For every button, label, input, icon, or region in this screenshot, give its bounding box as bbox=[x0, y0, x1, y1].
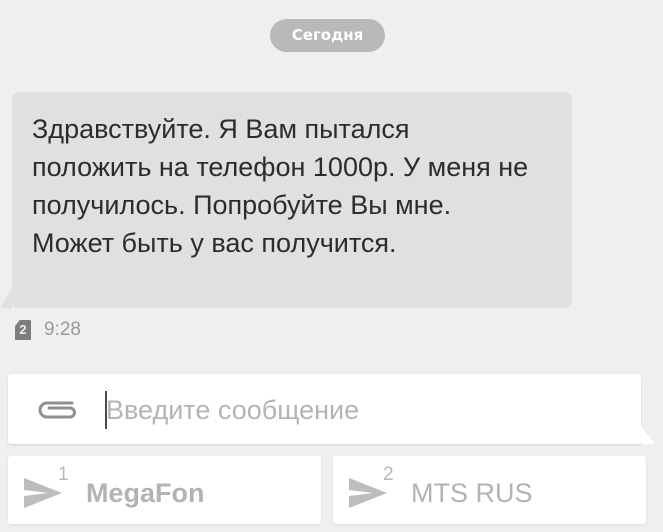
send-button-sim2[interactable]: 2 MTS RUS bbox=[333, 456, 646, 524]
message-bubble-tail bbox=[0, 288, 12, 308]
send-button-sim1[interactable]: 1 MegaFon bbox=[8, 456, 321, 524]
paperclip-icon[interactable] bbox=[32, 394, 80, 424]
sim-number: 1 bbox=[58, 464, 69, 485]
send-button-label: MegaFon bbox=[86, 478, 205, 508]
sim-card-icon: 2 bbox=[15, 320, 31, 340]
composer-corner bbox=[641, 426, 655, 444]
message-bubble[interactable]: Здравствуйте. Я Вам пытался положить на … bbox=[12, 92, 572, 308]
message-time: 9:28 bbox=[44, 319, 81, 340]
date-separator: Сегодня bbox=[270, 19, 385, 52]
send-button-label: MTS RUS bbox=[411, 478, 533, 508]
message-composer bbox=[8, 374, 641, 444]
message-text: Здравствуйте. Я Вам пытался положить на … bbox=[32, 114, 529, 258]
message-input[interactable] bbox=[106, 388, 616, 432]
message-meta: 2 9:28 bbox=[15, 318, 81, 342]
sim-number: 2 bbox=[383, 464, 394, 485]
